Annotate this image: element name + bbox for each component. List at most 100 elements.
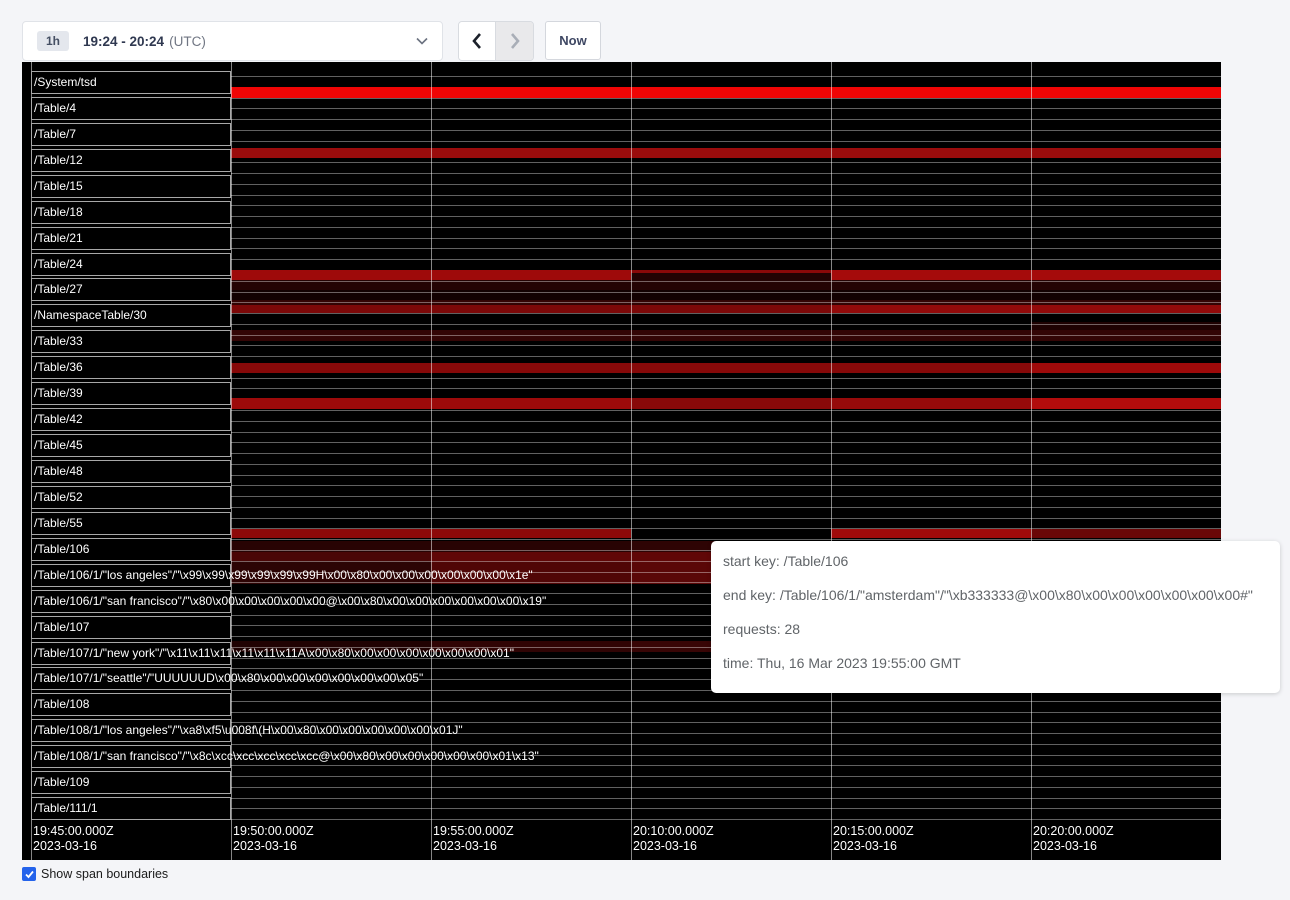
span-boundary-line: [231, 453, 1221, 454]
span-boundary-line: [231, 184, 1221, 185]
span-boundary-line: [231, 259, 1221, 260]
span-boundary-line: [231, 744, 1221, 745]
key-span-label-text: /Table/106: [34, 542, 89, 556]
span-boundary-line: [231, 345, 1221, 346]
key-span-label-text: /Table/109: [34, 775, 89, 789]
key-span-label-text: /Table/18: [34, 205, 83, 219]
key-span-label-text: /Table/36: [34, 360, 83, 374]
chevron-down-icon: [416, 32, 428, 50]
span-boundary-line: [231, 765, 1221, 766]
time-axis-label: 19:45:00.000Z2023-03-16: [33, 824, 114, 854]
span-boundary-line: [231, 356, 1221, 357]
time-gridline: [631, 62, 632, 860]
time-gridline: [1031, 62, 1032, 860]
range-duration-badge: 1h: [37, 31, 69, 51]
heat-band: [231, 552, 431, 561]
key-span-label: /Table/39: [31, 382, 231, 405]
key-span-label: /Table/108/1/"los angeles"/"\xa8\xf5\u00…: [31, 719, 231, 742]
key-span-label-text: /Table/108/1/"san francisco"/"\x8c\xcc\x…: [34, 749, 539, 763]
span-boundary-line: [231, 227, 1221, 228]
heat-band: [1031, 363, 1221, 373]
span-boundary-line: [231, 281, 1221, 282]
span-boundary-line: [231, 76, 1221, 77]
heat-band: [631, 270, 831, 273]
key-span-label: /Table/4: [31, 97, 231, 120]
key-span-label: /Table/24: [31, 253, 231, 276]
key-span-label: /Table/55: [31, 512, 231, 535]
key-span-label-text: /Table/27: [34, 282, 83, 296]
tooltip-end-key: end key: /Table/106/1/"amsterdam"/"\xb33…: [723, 587, 1253, 603]
key-span-label-text: /Table/42: [34, 412, 83, 426]
key-span-label-text: /Table/108: [34, 697, 89, 711]
tooltip-time: time: Thu, 16 Mar 2023 19:55:00 GMT: [723, 655, 961, 671]
key-span-label: /System/tsd: [31, 71, 231, 94]
span-boundary-line: [231, 108, 1221, 109]
span-boundary-line: [231, 475, 1221, 476]
time-axis-label: 20:15:00.000Z2023-03-16: [833, 824, 914, 854]
span-boundary-line: [231, 205, 1221, 206]
span-boundary-line: [231, 119, 1221, 120]
heat-band: [831, 529, 1031, 538]
time-axis-label: 19:55:00.000Z2023-03-16: [433, 824, 514, 854]
span-boundary-line: [231, 302, 1221, 303]
checkbox-label: Show span boundaries: [41, 867, 168, 881]
key-span-label: /Table/12: [31, 149, 231, 172]
heat-band: [831, 305, 1221, 313]
span-boundary-line: [231, 141, 1221, 142]
key-span-label: /Table/109: [31, 771, 231, 794]
range-text: 19:24 - 20:24: [83, 34, 164, 49]
key-span-label-text: /Table/33: [34, 334, 83, 348]
key-span-label: /NamespaceTable/30: [31, 304, 231, 327]
span-boundary-line: [231, 388, 1221, 389]
key-visualizer-canvas[interactable]: /System/tsd/Table/4/Table/7/Table/12/Tab…: [22, 62, 1221, 860]
key-span-label: /Table/48: [31, 460, 231, 483]
span-boundary-line: [231, 712, 1221, 713]
span-boundaries-control: Show span boundaries: [22, 867, 168, 881]
key-span-label: /Table/21: [31, 227, 231, 250]
now-button[interactable]: Now: [545, 21, 601, 60]
key-span-label: /Table/15: [31, 175, 231, 198]
span-boundary-line: [231, 378, 1221, 379]
key-span-label: /Table/45: [31, 434, 231, 457]
span-boundary-line: [231, 496, 1221, 497]
key-span-label: /Table/52: [31, 486, 231, 509]
span-boundary-line: [231, 701, 1221, 702]
span-boundary-line: [231, 324, 1221, 325]
heat-band: [1031, 529, 1221, 538]
span-boundary-line: [231, 485, 1221, 486]
show-span-boundaries-checkbox[interactable]: [22, 867, 36, 881]
span-boundary-line: [231, 216, 1221, 217]
span-boundary-line: [231, 808, 1221, 809]
span-boundary-line: [231, 248, 1221, 249]
heat-band: [431, 552, 721, 561]
next-interval-button[interactable]: [496, 22, 533, 60]
span-boundary-line: [231, 776, 1221, 777]
time-gridline: [431, 62, 432, 860]
key-span-label-text: /Table/107/1/"seattle"/"UUUUUUD\x00\x80\…: [34, 671, 423, 685]
time-axis-label: 20:20:00.000Z2023-03-16: [1033, 824, 1114, 854]
key-span-label-text: /Table/15: [34, 179, 83, 193]
key-span-label-text: /Table/21: [34, 231, 83, 245]
key-span-label-text: /Table/48: [34, 464, 83, 478]
key-span-label-text: /Table/107/1/"new york"/"\x11\x11\x11\x1…: [34, 646, 514, 660]
span-boundary-line: [231, 130, 1221, 131]
heat-band: [631, 398, 831, 409]
key-span-label: /Table/107: [31, 616, 231, 639]
key-span-label: /Table/107/1/"new york"/"\x11\x11\x11\x1…: [31, 642, 231, 665]
key-span-label: /Table/33: [31, 330, 231, 353]
heat-band: [631, 561, 721, 584]
key-span-label: /Table/7: [31, 123, 231, 146]
key-span-label-text: /Table/7: [34, 127, 76, 141]
key-span-label-text: /Table/4: [34, 101, 76, 115]
range-timezone: (UTC): [169, 34, 206, 49]
key-span-label-text: /Table/55: [34, 516, 83, 530]
time-range-select[interactable]: 1h 19:24 - 20:24 (UTC): [22, 21, 443, 61]
prev-interval-button[interactable]: [459, 22, 496, 60]
tooltip-requests: requests: 28: [723, 621, 800, 637]
span-boundary-line: [231, 162, 1221, 163]
tooltip-start-key: start key: /Table/106: [723, 553, 848, 569]
time-axis-label: 20:10:00.000Z2023-03-16: [633, 824, 714, 854]
time-nav-group: [458, 21, 534, 61]
key-span-label: /Table/107/1/"seattle"/"UUUUUUD\x00\x80\…: [31, 667, 231, 690]
span-boundary-line: [231, 292, 1221, 293]
